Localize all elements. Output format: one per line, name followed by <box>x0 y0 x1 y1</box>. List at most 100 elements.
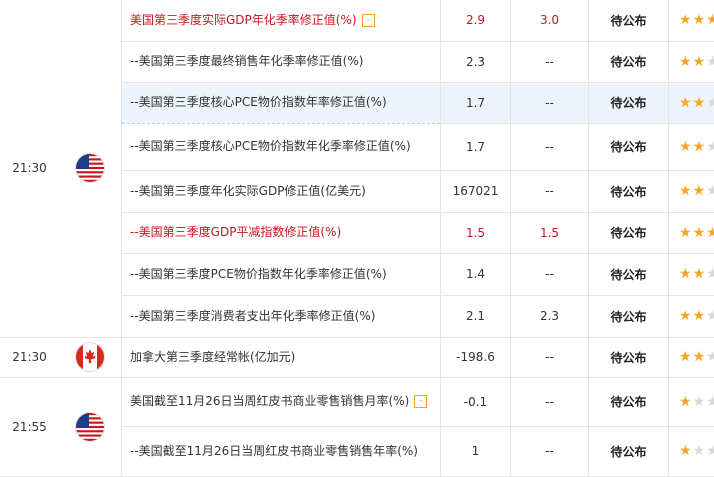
forecast-value: -- <box>511 41 589 82</box>
star-empty-icon: ★ <box>706 54 714 70</box>
star-filled-icon: ★ <box>679 139 692 155</box>
star-filled-icon: ★ <box>679 12 692 28</box>
star-empty-icon: ★ <box>706 349 714 365</box>
importance-stars: ★★★ <box>669 170 714 212</box>
actual-value: 待公布 <box>589 377 669 426</box>
star-filled-icon: ★ <box>693 54 706 70</box>
previous-value: 2.9 <box>441 0 511 41</box>
star-empty-icon: ★ <box>693 443 706 459</box>
star-filled-icon: ★ <box>706 225 714 241</box>
star-filled-icon: ★ <box>693 139 706 155</box>
event-name[interactable]: 加拿大第三季度经常帐(亿加元) <box>122 337 441 377</box>
previous-value: 1.7 <box>441 123 511 170</box>
star-filled-icon: ★ <box>693 308 706 324</box>
country-flag-ca <box>59 337 122 377</box>
actual-value: 待公布 <box>589 212 669 253</box>
canada-flag-icon <box>76 343 104 371</box>
event-name[interactable]: 美国第三季度实际GDP年化季率修正值(%)- <box>122 0 441 41</box>
event-time: 21:55 <box>0 377 59 476</box>
previous-value: -0.1 <box>441 377 511 426</box>
star-filled-icon: ★ <box>679 266 692 282</box>
forecast-value: -- <box>511 123 589 170</box>
country-flag-us <box>59 377 122 476</box>
star-filled-icon: ★ <box>693 225 706 241</box>
importance-stars: ★★★ <box>669 337 714 377</box>
previous-value: 1.4 <box>441 253 511 295</box>
star-empty-icon: ★ <box>706 266 714 282</box>
event-name[interactable]: --美国第三季度PCE物价指数年化季率修正值(%) <box>122 253 441 295</box>
forecast-value: -- <box>511 170 589 212</box>
star-empty-icon: ★ <box>706 183 714 199</box>
star-empty-icon: ★ <box>693 394 706 410</box>
previous-value: 2.3 <box>441 41 511 82</box>
previous-value: 167021 <box>441 170 511 212</box>
event-name[interactable]: --美国第三季度消费者支出年化季率修正值(%) <box>122 295 441 337</box>
actual-value: 待公布 <box>589 170 669 212</box>
star-filled-icon: ★ <box>679 349 692 365</box>
star-filled-icon: ★ <box>693 266 706 282</box>
star-empty-icon: ★ <box>706 394 714 410</box>
importance-stars: ★★★ <box>669 426 714 476</box>
actual-value: 待公布 <box>589 426 669 476</box>
importance-stars: ★★★ <box>669 212 714 253</box>
forecast-value: 1.5 <box>511 212 589 253</box>
importance-stars: ★★★ <box>669 295 714 337</box>
star-empty-icon: ★ <box>706 443 714 459</box>
table-row: 21:30 美国第三季度实际GDP年化季率修正 <box>0 0 714 41</box>
previous-value: -198.6 <box>441 337 511 377</box>
previous-value: 2.1 <box>441 295 511 337</box>
importance-stars: ★★★ <box>669 41 714 82</box>
event-time: 21:30 <box>0 0 59 337</box>
forecast-value: -- <box>511 426 589 476</box>
actual-value: 待公布 <box>589 41 669 82</box>
previous-value: 1 <box>441 426 511 476</box>
importance-stars: ★★★ <box>669 123 714 170</box>
star-filled-icon: ★ <box>693 349 706 365</box>
forecast-value: 2.3 <box>511 295 589 337</box>
event-name[interactable]: --美国第三季度核心PCE物价指数年化季率修正值(%) <box>122 123 441 170</box>
previous-value: 1.7 <box>441 82 511 123</box>
star-filled-icon: ★ <box>679 183 692 199</box>
importance-stars: ★★★ <box>669 253 714 295</box>
event-name[interactable]: --美国第三季度最终销售年化季率修正值(%) <box>122 41 441 82</box>
table-row: 21:30 加拿大第三季度经常帐(亿加元) -198.6 -- 待公布 ★★★ <box>0 337 714 377</box>
forecast-value: -- <box>511 337 589 377</box>
star-filled-icon: ★ <box>679 54 692 70</box>
star-filled-icon: ★ <box>693 95 706 111</box>
event-name[interactable]: --美国第三季度核心PCE物价指数年率修正值(%) <box>122 82 441 123</box>
star-filled-icon: ★ <box>706 12 714 28</box>
importance-stars: ★★★ <box>669 377 714 426</box>
forecast-value: -- <box>511 253 589 295</box>
actual-value: 待公布 <box>589 295 669 337</box>
forecast-value: -- <box>511 377 589 426</box>
star-filled-icon: ★ <box>693 183 706 199</box>
event-time: 21:30 <box>0 337 59 377</box>
actual-value: 待公布 <box>589 337 669 377</box>
forecast-value: -- <box>511 82 589 123</box>
actual-value: 待公布 <box>589 0 669 41</box>
note-icon[interactable]: - <box>362 14 375 27</box>
event-name[interactable]: --美国第三季度年化实际GDP修正值(亿美元) <box>122 170 441 212</box>
us-flag-icon <box>76 154 104 182</box>
star-filled-icon: ★ <box>679 225 692 241</box>
note-icon[interactable]: - <box>414 395 427 408</box>
event-name[interactable]: --美国第三季度GDP平减指数修正值(%) <box>122 212 441 253</box>
star-filled-icon: ★ <box>679 394 692 410</box>
importance-stars: ★★★ <box>669 0 714 41</box>
forecast-value: 3.0 <box>511 0 589 41</box>
star-empty-icon: ★ <box>706 95 714 111</box>
actual-value: 待公布 <box>589 82 669 123</box>
event-name[interactable]: --美国截至11月26日当周红皮书商业零售销售年率(%) <box>122 426 441 476</box>
star-filled-icon: ★ <box>693 12 706 28</box>
event-name[interactable]: 美国截至11月26日当周红皮书商业零售销售月率(%)- <box>122 377 441 426</box>
previous-value: 1.5 <box>441 212 511 253</box>
importance-stars: ★★★ <box>669 82 714 123</box>
us-flag-icon <box>76 413 104 441</box>
star-filled-icon: ★ <box>679 308 692 324</box>
country-flag-us <box>59 0 122 337</box>
table-row: 21:55 美国截至11月26日当周红皮书商业 <box>0 377 714 426</box>
star-empty-icon: ★ <box>706 308 714 324</box>
star-empty-icon: ★ <box>706 139 714 155</box>
economic-calendar-table: 21:30 美国第三季度实际GDP年化季率修正 <box>0 0 714 477</box>
actual-value: 待公布 <box>589 253 669 295</box>
